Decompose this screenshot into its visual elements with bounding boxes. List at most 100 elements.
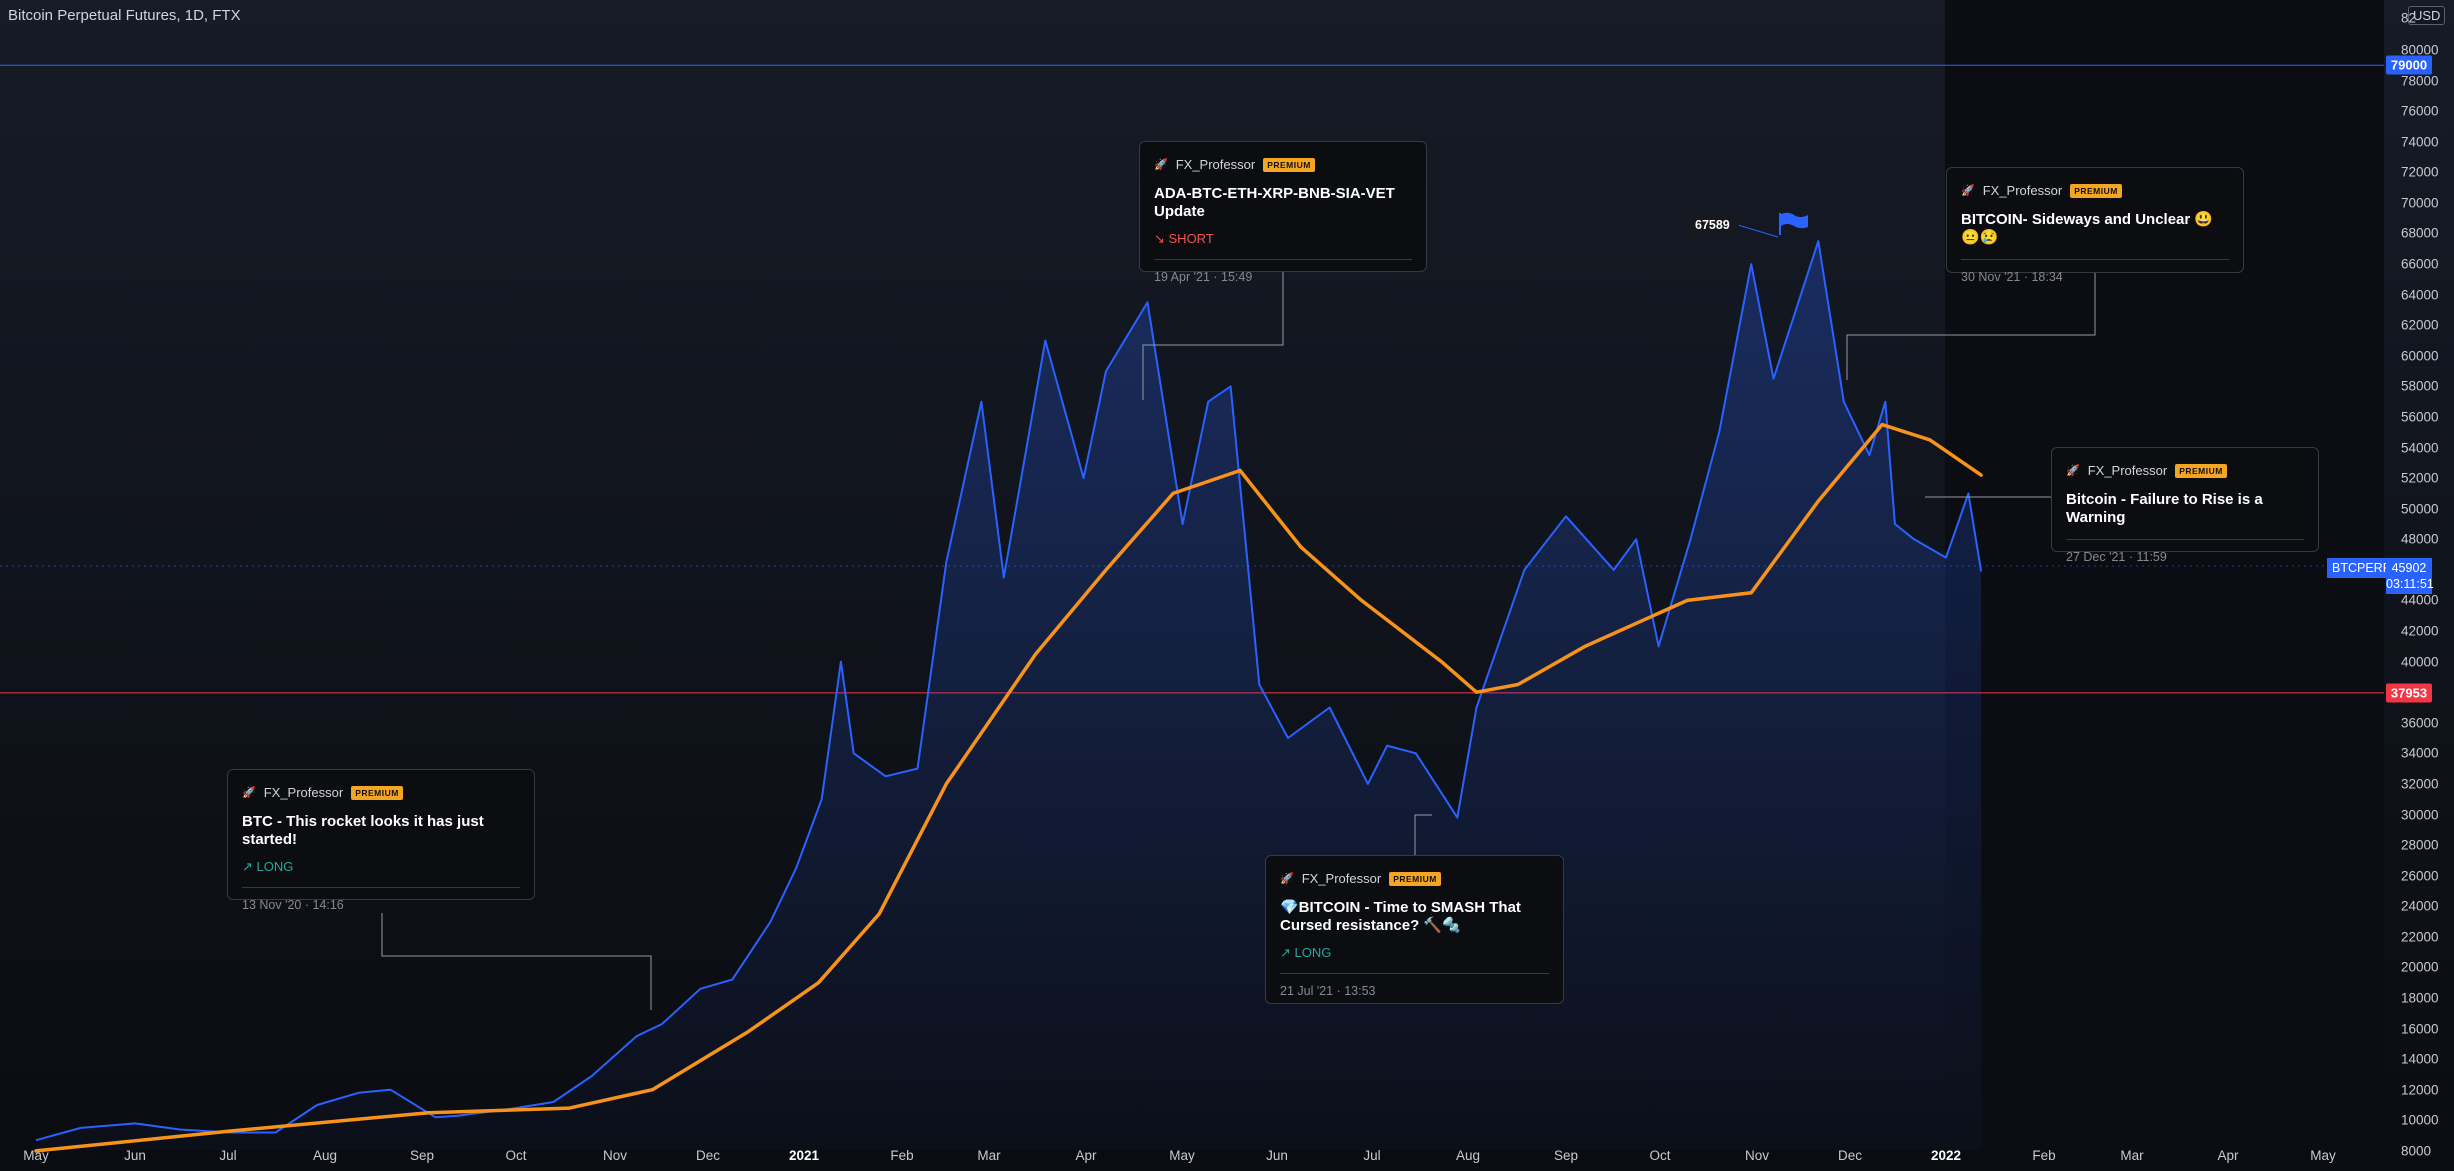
y-tick-label: 34000: [2401, 745, 2439, 761]
y-tick-label: 74000: [2401, 134, 2439, 150]
x-tick-label: Jul: [1363, 1148, 1381, 1163]
y-tick-label: 50000: [2401, 501, 2439, 517]
peak-price-callout: 67589: [1686, 214, 1739, 236]
last-price-value: 45902: [2391, 561, 2427, 575]
x-tick-label: Jun: [1266, 1148, 1288, 1163]
y-tick-label: 54000: [2401, 440, 2439, 456]
y-tick-label: 56000: [2401, 409, 2439, 425]
y-tick-label: 72000: [2401, 164, 2439, 180]
connector-idea-1: [381, 913, 652, 1010]
idea-card-1[interactable]: 🚀 FX_Professor PREMIUM BTC - This rocket l…: [227, 769, 535, 912]
y-tick-label: 42000: [2401, 623, 2439, 639]
y-tick-label: 28000: [2401, 837, 2439, 853]
x-tick-label: Dec: [695, 1148, 721, 1163]
x-tick-label: Sep: [409, 1148, 435, 1163]
connector-idea-2: [1142, 267, 1284, 400]
x-tick-label: Apr: [2217, 1148, 2239, 1163]
y-tick-label: 70000: [2401, 195, 2439, 211]
x-tick-label: Aug: [1455, 1148, 1481, 1163]
idea-timestamp: 13 Nov '20 · 14:16: [242, 887, 520, 912]
idea-card-2[interactable]: 🚀 FX_Professor PREMIUM ADA-BTC-ETH-XRP-BNB…: [1139, 141, 1427, 284]
y-tick-label: 24000: [2401, 898, 2439, 914]
x-tick-label: Nov: [1744, 1148, 1770, 1163]
y-tick-label: 32000: [2401, 776, 2439, 792]
x-tick-label: May: [2310, 1148, 2336, 1163]
y-tick-label: 44000: [2401, 592, 2439, 608]
idea-direction: ↗ LONG: [1280, 945, 1332, 960]
idea-author[interactable]: FX_Professor: [2088, 463, 2167, 478]
x-tick-label: Nov: [602, 1148, 628, 1163]
idea-card-5[interactable]: 🚀 FX_Professor PREMIUM Bitcoin - Failure t…: [2051, 447, 2319, 564]
y-tick-label: 40000: [2401, 654, 2439, 670]
x-tick-label: Sep: [1553, 1148, 1579, 1163]
y-tick-label: 16000: [2401, 1021, 2439, 1037]
rocket-icon: 🚀: [242, 787, 256, 799]
rocket-icon: 🚀: [2066, 465, 2080, 477]
y-tick-label: 10000: [2401, 1112, 2439, 1128]
lower-price-badge: 37953: [2386, 683, 2432, 703]
y-tick-label: 14000: [2401, 1051, 2439, 1067]
x-tick-label: Mar: [2120, 1148, 2144, 1163]
x-tick-label: 2022: [1930, 1148, 1962, 1163]
premium-badge: PREMIUM: [351, 785, 403, 800]
x-tick-label: Oct: [1649, 1148, 1671, 1163]
premium-badge: PREMIUM: [1389, 871, 1441, 886]
y-tick-label: 66000: [2401, 256, 2439, 272]
connector-peak: [1737, 224, 1779, 238]
x-tick-label: Feb: [2032, 1148, 2056, 1163]
y-tick-label: 26000: [2401, 868, 2439, 884]
x-tick-label: Oct: [505, 1148, 527, 1163]
y-tick-label: 20000: [2401, 959, 2439, 975]
y-tick-label: 48000: [2401, 531, 2439, 547]
y-tick-partial: 82: [2401, 10, 2417, 26]
premium-badge: PREMIUM: [1263, 157, 1315, 172]
y-tick-label: 12000: [2401, 1082, 2439, 1098]
x-tick-label: May: [1169, 1148, 1195, 1163]
y-tick-label: 78000: [2401, 73, 2439, 89]
idea-title[interactable]: Bitcoin - Failure to Rise is a Warning: [2066, 491, 2304, 527]
y-tick-label: 36000: [2401, 715, 2439, 731]
idea-title[interactable]: BTC - This rocket looks it has just star…: [242, 813, 520, 849]
chart-title: Bitcoin Perpetual Futures, 1D, FTX: [8, 7, 241, 24]
x-tick-label: Jun: [124, 1148, 146, 1163]
x-tick-label: Feb: [890, 1148, 914, 1163]
y-tick-label: 64000: [2401, 287, 2439, 303]
y-tick-label: 18000: [2401, 990, 2439, 1006]
idea-author[interactable]: FX_Professor: [1302, 871, 1381, 886]
y-tick-label: 30000: [2401, 807, 2439, 822]
y-tick-label: 68000: [2401, 225, 2439, 241]
y-tick-label: 76000: [2401, 103, 2439, 119]
rocket-icon: 🚀: [1961, 185, 1975, 197]
idea-title[interactable]: BITCOIN- Sideways and Unclear 😃😐😢: [1961, 211, 2229, 247]
rocket-icon: 🚀: [1280, 873, 1294, 885]
x-tick-label: Apr: [1075, 1148, 1097, 1163]
idea-timestamp: 30 Nov '21 · 18:34: [1961, 259, 2229, 284]
rocket-icon: 🚀: [1154, 159, 1168, 171]
idea-title[interactable]: 💎BITCOIN - Time to SMASH That Cursed res…: [1280, 899, 1549, 935]
idea-timestamp: 21 Jul '21 · 13:53: [1280, 973, 1549, 998]
idea-timestamp: 19 Apr '21 · 15:49: [1154, 259, 1412, 284]
idea-direction: ↗ LONG: [242, 859, 294, 874]
idea-author[interactable]: FX_Professor: [1983, 183, 2062, 198]
x-tick-label: Mar: [977, 1148, 1001, 1163]
y-tick-label: 62000: [2401, 317, 2439, 333]
y-tick-label: 8000: [2401, 1143, 2432, 1159]
bar-countdown: 03:11:51: [2386, 577, 2434, 591]
idea-author[interactable]: FX_Professor: [264, 785, 343, 800]
y-tick-label: 22000: [2401, 929, 2439, 945]
x-tick-label: May: [23, 1148, 49, 1163]
idea-card-4[interactable]: 🚀 FX_Professor PREMIUM BITCOIN- Sideways a…: [1946, 167, 2244, 284]
flag-icon[interactable]: [1778, 211, 1810, 235]
y-tick-label: 52000: [2401, 470, 2439, 486]
x-tick-label: 2021: [788, 1148, 820, 1163]
upper-price-badge: 79000: [2386, 55, 2432, 75]
idea-direction: ↘ SHORT: [1154, 231, 1214, 246]
premium-badge: PREMIUM: [2070, 183, 2122, 198]
idea-author[interactable]: FX_Professor: [1176, 157, 1255, 172]
premium-badge: PREMIUM: [2175, 463, 2227, 478]
y-tick-label: 60000: [2401, 348, 2439, 364]
y-tick-label: 58000: [2401, 378, 2439, 394]
x-tick-label: Aug: [312, 1148, 338, 1163]
idea-title[interactable]: ADA-BTC-ETH-XRP-BNB-SIA-VET Update: [1154, 185, 1412, 221]
idea-card-3[interactable]: 🚀 FX_Professor PREMIUM 💎BITCOIN - Time to …: [1265, 855, 1564, 1004]
